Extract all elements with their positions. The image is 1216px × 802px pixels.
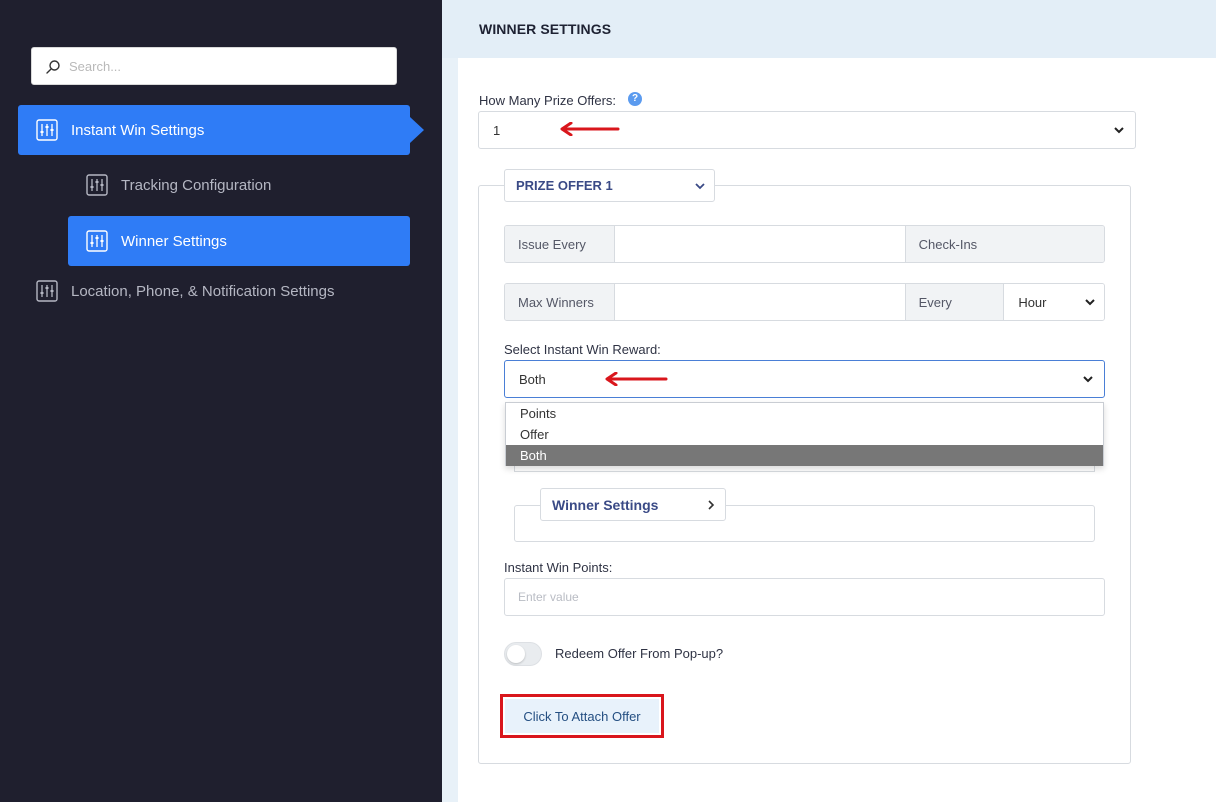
prize-offer-tab-label: PRIZE OFFER 1 — [516, 178, 613, 193]
issue-every-label: Issue Every — [505, 226, 614, 262]
toggle-knob — [507, 645, 525, 663]
chevron-down-icon — [1114, 127, 1124, 134]
sliders-icon — [86, 174, 108, 196]
sidebar-item-label: Location, Phone, & Notification Settings — [71, 282, 335, 300]
instant-win-points-label: Instant Win Points: — [504, 560, 613, 575]
sliders-icon — [36, 119, 58, 141]
reward-value: Both — [519, 371, 546, 387]
winner-settings-tab-label: Winner Settings — [552, 496, 659, 513]
dropdown-option-offer[interactable]: Offer — [506, 424, 1103, 445]
sidebar-item-label: Tracking Configuration — [121, 176, 272, 194]
redeem-popup-toggle[interactable] — [504, 642, 542, 666]
search-input[interactable] — [69, 56, 389, 76]
period-value: Hour — [1018, 294, 1047, 310]
issue-every-input[interactable] — [613, 226, 906, 262]
redeem-popup-label: Redeem Offer From Pop-up? — [555, 646, 724, 661]
chevron-right-icon — [708, 500, 715, 510]
max-winners-group: Max Winners Every Hour — [504, 283, 1105, 321]
instant-win-points-input[interactable] — [505, 579, 1104, 615]
search-box[interactable] — [31, 47, 397, 85]
help-icon[interactable]: ? — [628, 92, 642, 106]
prize-offer-panel — [478, 185, 1131, 764]
dropdown-option-both[interactable]: Both — [506, 445, 1103, 466]
search-icon — [46, 60, 60, 74]
period-select[interactable]: Hour — [1003, 284, 1104, 320]
chevron-down-icon — [695, 183, 705, 190]
sidebar-item-label: Winner Settings — [121, 232, 227, 250]
dropdown-option-points[interactable]: Points — [506, 403, 1103, 424]
checkins-label: Check-Ins — [905, 226, 1104, 262]
prize-offers-label: How Many Prize Offers: — [479, 93, 617, 108]
reward-label: Select Instant Win Reward: — [504, 342, 661, 357]
instant-win-points-field[interactable] — [504, 578, 1105, 616]
sidebar-item-label: Instant Win Settings — [71, 121, 205, 139]
max-winners-input[interactable] — [613, 284, 906, 320]
prize-offer-tab[interactable]: PRIZE OFFER 1 — [504, 169, 715, 202]
winner-settings-tab[interactable]: Winner Settings — [540, 488, 726, 521]
reward-select[interactable]: Both — [504, 360, 1105, 398]
sliders-icon — [36, 280, 58, 302]
page-title: WINNER SETTINGS — [479, 21, 612, 37]
sidebar-item-instant-win-settings[interactable]: Instant Win Settings — [18, 105, 424, 155]
attach-offer-button[interactable]: Click To Attach Offer — [505, 699, 659, 733]
sidebar-item-tracking-configuration[interactable]: Tracking Configuration — [68, 160, 410, 210]
chevron-down-icon — [1083, 376, 1093, 383]
annotation-arrow-icon — [605, 372, 668, 386]
sidebar-item-location-phone-notification[interactable]: Location, Phone, & Notification Settings — [18, 266, 410, 316]
max-winners-label: Max Winners — [505, 284, 614, 320]
sidebar: Instant Win Settings Tracking Configurat… — [0, 0, 442, 802]
chevron-down-icon — [1085, 299, 1095, 306]
issue-every-group: Issue Every Check-Ins — [504, 225, 1105, 263]
annotation-arrow-icon — [560, 122, 620, 136]
reward-dropdown-list[interactable]: Points Offer Both — [505, 402, 1104, 466]
sidebar-item-winner-settings[interactable]: Winner Settings — [68, 216, 410, 266]
sliders-icon — [86, 230, 108, 252]
every-label: Every — [905, 284, 1004, 320]
